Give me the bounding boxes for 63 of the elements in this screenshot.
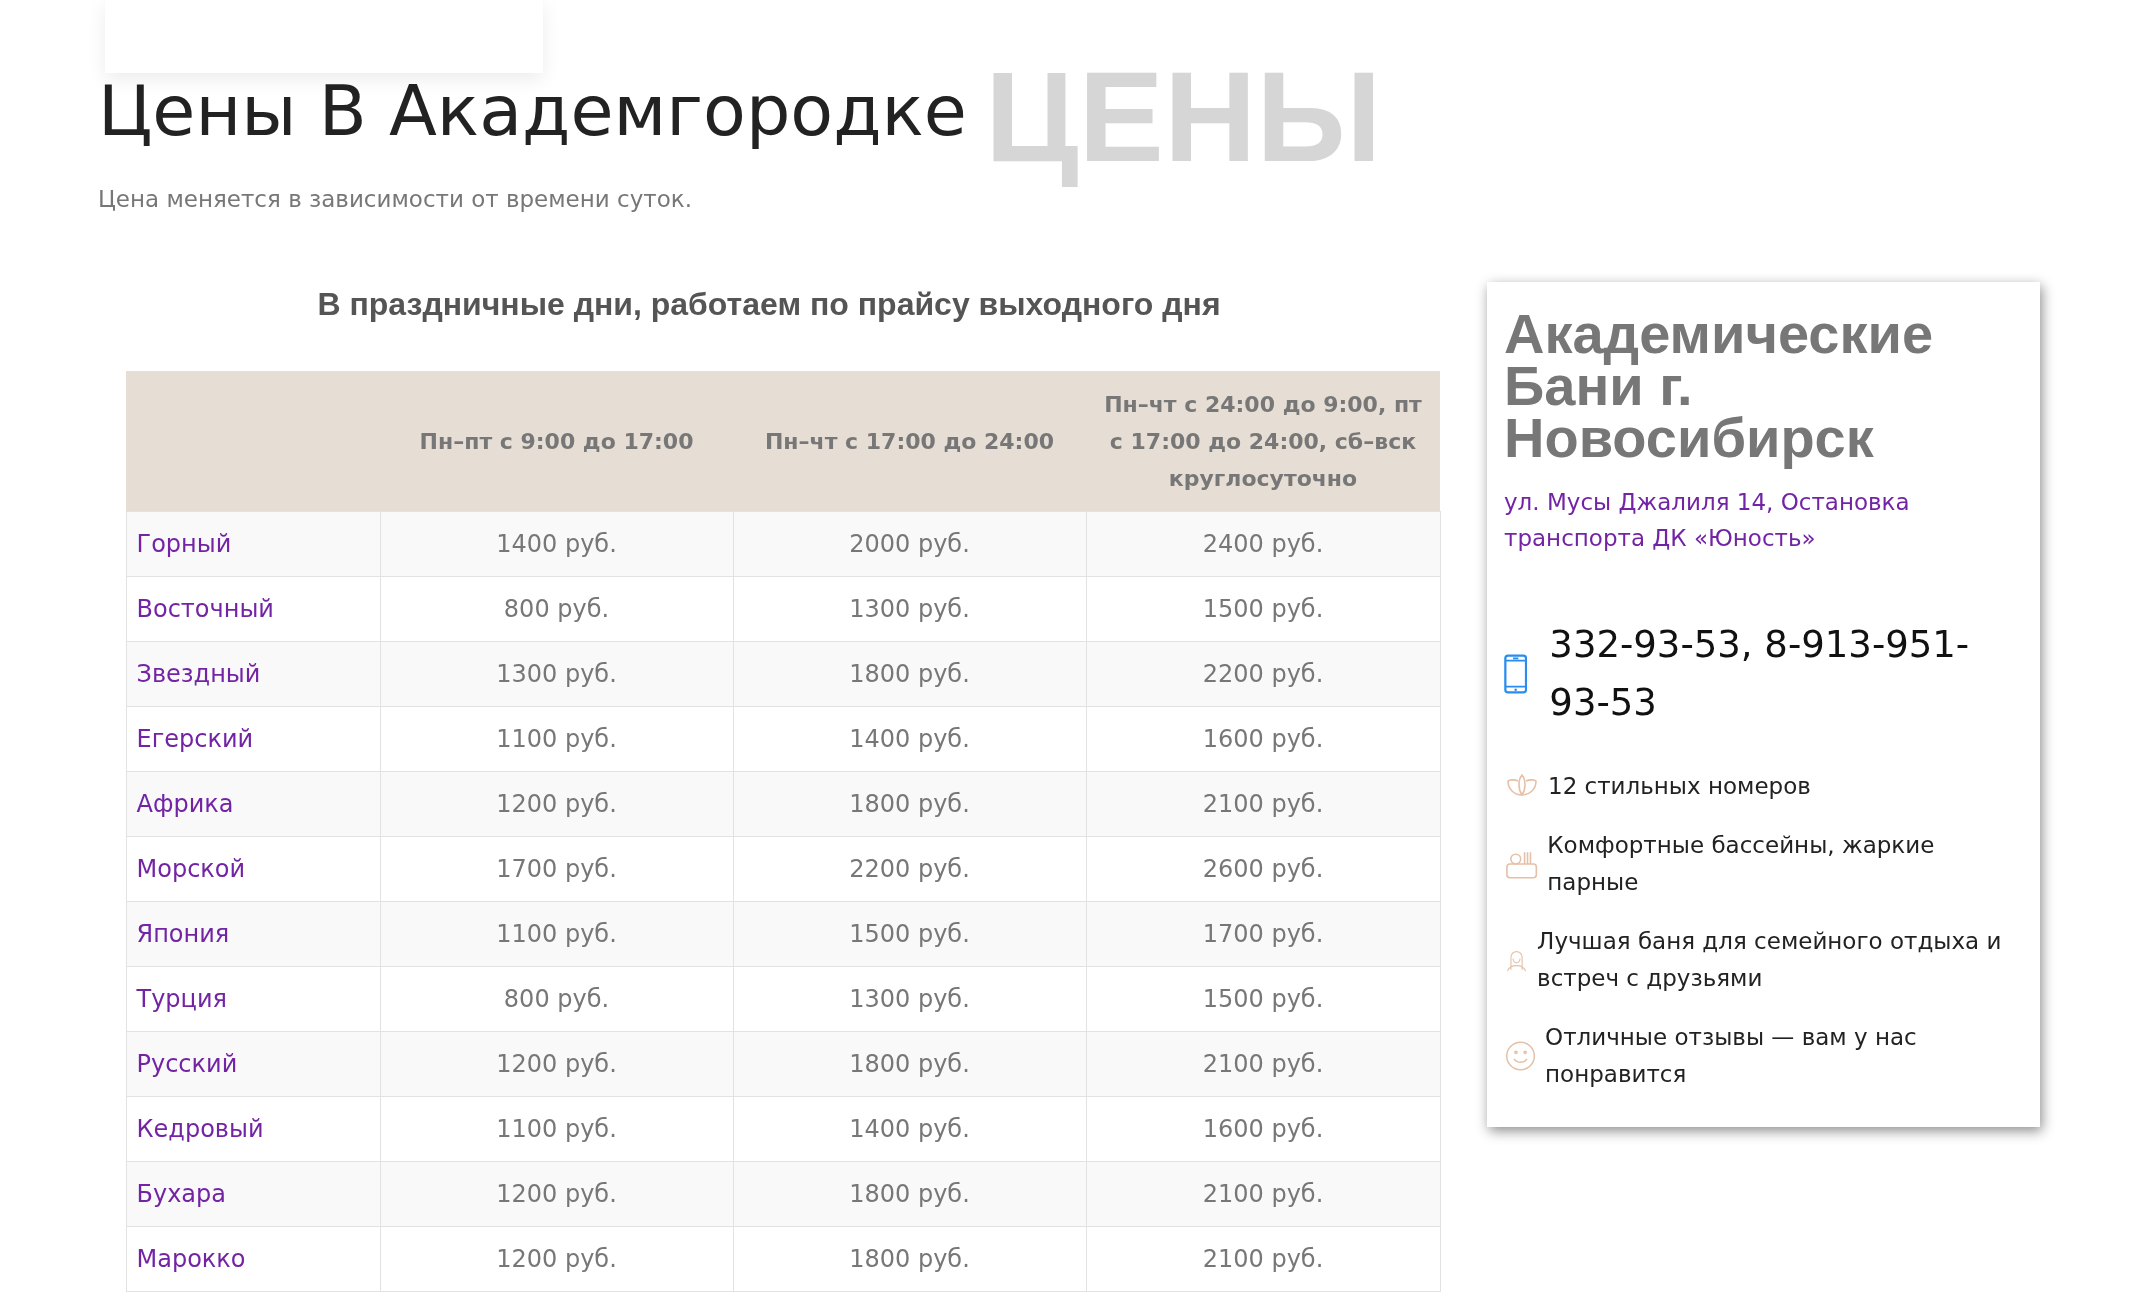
column-header: Пн–пт с 9:00 до 17:00 [380,371,733,512]
price-cell: 1200 руб. [380,1031,733,1097]
price-cell: 1400 руб. [733,706,1086,772]
room-name-cell: Африка [126,771,380,837]
price-cell: 1100 руб. [380,901,733,967]
price-cell: 1800 руб. [733,771,1086,837]
price-cell: 1600 руб. [1086,1096,1440,1162]
price-cell: 1300 руб. [733,576,1086,642]
page-title: Цены В Академгородке [98,70,967,152]
price-cell: 800 руб. [380,966,733,1032]
room-name-cell: Русский [126,1031,380,1097]
room-name-cell: Бухара [126,1161,380,1227]
room-name-cell: Морской [126,836,380,902]
price-cell: 1100 руб. [380,1096,733,1162]
price-cell: 1100 руб. [380,706,733,772]
price-cell: 2600 руб. [1086,836,1440,902]
price-cell: 2400 руб. [1086,511,1440,577]
price-cell: 1300 руб. [733,966,1086,1032]
address: ул. Мусы Джалиля 14, Остановка транспорта ДК «Юность» [1504,488,1911,553]
subtitle: Цена меняется в зависимости от времени суток. [98,186,693,212]
feature-text: Лучшая баня для семейного отдыха и встреч с друзьями [1537,927,2003,993]
price-cell: 2200 руб. [733,836,1086,902]
room-name-cell: Звездный [126,641,380,707]
column-header: Пн–чт с 17:00 до 24:00 [733,371,1086,512]
price-cell: 2100 руб. [1086,771,1440,837]
room-name-cell: Марокко [126,1226,380,1292]
price-cell: 1800 руб. [733,1161,1086,1227]
price-cell: 1800 руб. [733,1031,1086,1097]
phone-icon [1504,652,1528,696]
card-title: Академические Бани г. Новосибирск [1504,304,1935,470]
price-cell: 2000 руб. [733,511,1086,577]
price-cell: 1700 руб. [1086,901,1440,967]
price-cell: 1200 руб. [380,1226,733,1292]
price-cell: 1800 руб. [733,641,1086,707]
price-cell: 1800 руб. [733,1226,1086,1292]
room-name-cell: Япония [126,901,380,967]
column-header: Пн–чт с 24:00 до 9:00, пт с 17:00 до 24:00, сб–вск круглосуточно [1086,371,1440,512]
price-cell: 2100 руб. [1086,1161,1440,1227]
price-cell: 800 руб. [380,576,733,642]
room-name-cell: Горный [126,511,380,577]
price-cell: 1400 руб. [380,511,733,577]
price-cell: 1300 руб. [380,641,733,707]
price-cell: 1600 руб. [1086,706,1440,772]
price-cell: 1500 руб. [733,901,1086,967]
price-cell: 2100 руб. [1086,1031,1440,1097]
phone-number: 332-93-53, 8-913-951-93-53 [1549,622,1971,726]
price-cell: 1700 руб. [380,836,733,902]
price-cell: 1200 руб. [380,1161,733,1227]
feature-text: Комфортные бассейны, жаркие парные [1547,831,1936,897]
room-name-cell: Турция [126,966,380,1032]
price-cell: 1200 руб. [380,771,733,837]
room-name-cell: Кедровый [126,1096,380,1162]
price-cell: 1400 руб. [733,1096,1086,1162]
smiley-icon [1504,1038,1538,1074]
price-cell: 2200 руб. [1086,641,1440,707]
feature-text: Отличные отзывы — вам у нас понравится [1545,1023,1918,1089]
table-caption: В праздничные дни, работаем по прайсу выходного дня [317,286,1221,323]
price-cell: 1500 руб. [1086,966,1440,1032]
room-name-cell: Егерский [126,706,380,772]
feature-text: 12 стильных номеров [1548,772,1811,801]
price-cell: 1500 руб. [1086,576,1440,642]
room-name-cell: Восточный [126,576,380,642]
price-cell: 2100 руб. [1086,1226,1440,1292]
